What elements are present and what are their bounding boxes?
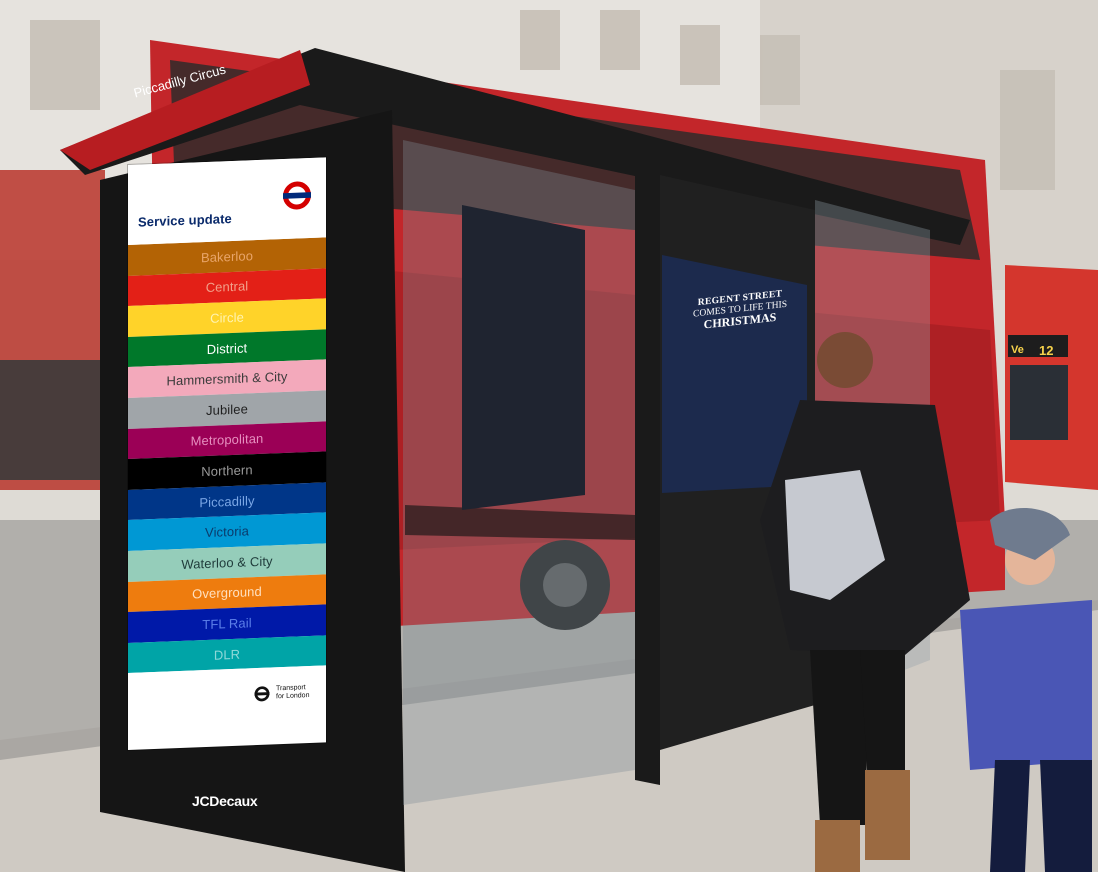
bus-route-number: 12 [1039, 343, 1054, 358]
panel-title: Service update [138, 211, 232, 230]
jcdecaux-brand-label: JCDecaux [192, 793, 258, 809]
line-list: Bakerloo Central Circle District Hammersmith… [128, 237, 326, 674]
tfl-footer-text: Transport for London [276, 684, 310, 701]
service-line-name: District [206, 339, 248, 357]
service-line-name: Bakerloo [200, 247, 254, 265]
service-line-name: TFL Rail [202, 615, 252, 633]
panel-footer: Transport for London [128, 665, 326, 729]
service-line-name: Hammersmith & City [166, 369, 288, 389]
service-line-name: Waterloo & City [181, 553, 273, 572]
tfl-footer-logo: Transport for London [254, 684, 310, 702]
service-line-name: Northern [201, 462, 253, 480]
tfl-roundel-icon [283, 181, 311, 210]
service-line-name: Central [205, 278, 249, 296]
service-line-name: Victoria [205, 523, 249, 541]
bus-destination: Ve [1011, 344, 1024, 356]
service-line-name: Overground [192, 584, 262, 602]
service-line-name: Piccadilly [199, 492, 255, 510]
service-line-name: Jubilee [206, 401, 248, 418]
panel-header: Service update [128, 157, 326, 245]
service-line-name: Circle [210, 309, 244, 326]
service-update-panel: Service update Bakerloo Central Circle Dist… [128, 157, 326, 750]
service-line-name: Metropolitan [190, 431, 264, 449]
service-line-name: DLR [213, 646, 241, 663]
photo-scene: Piccadilly Circus Ve 12 REGENT STREET CO… [0, 0, 1098, 872]
tfl-mini-roundel-icon [254, 686, 270, 702]
